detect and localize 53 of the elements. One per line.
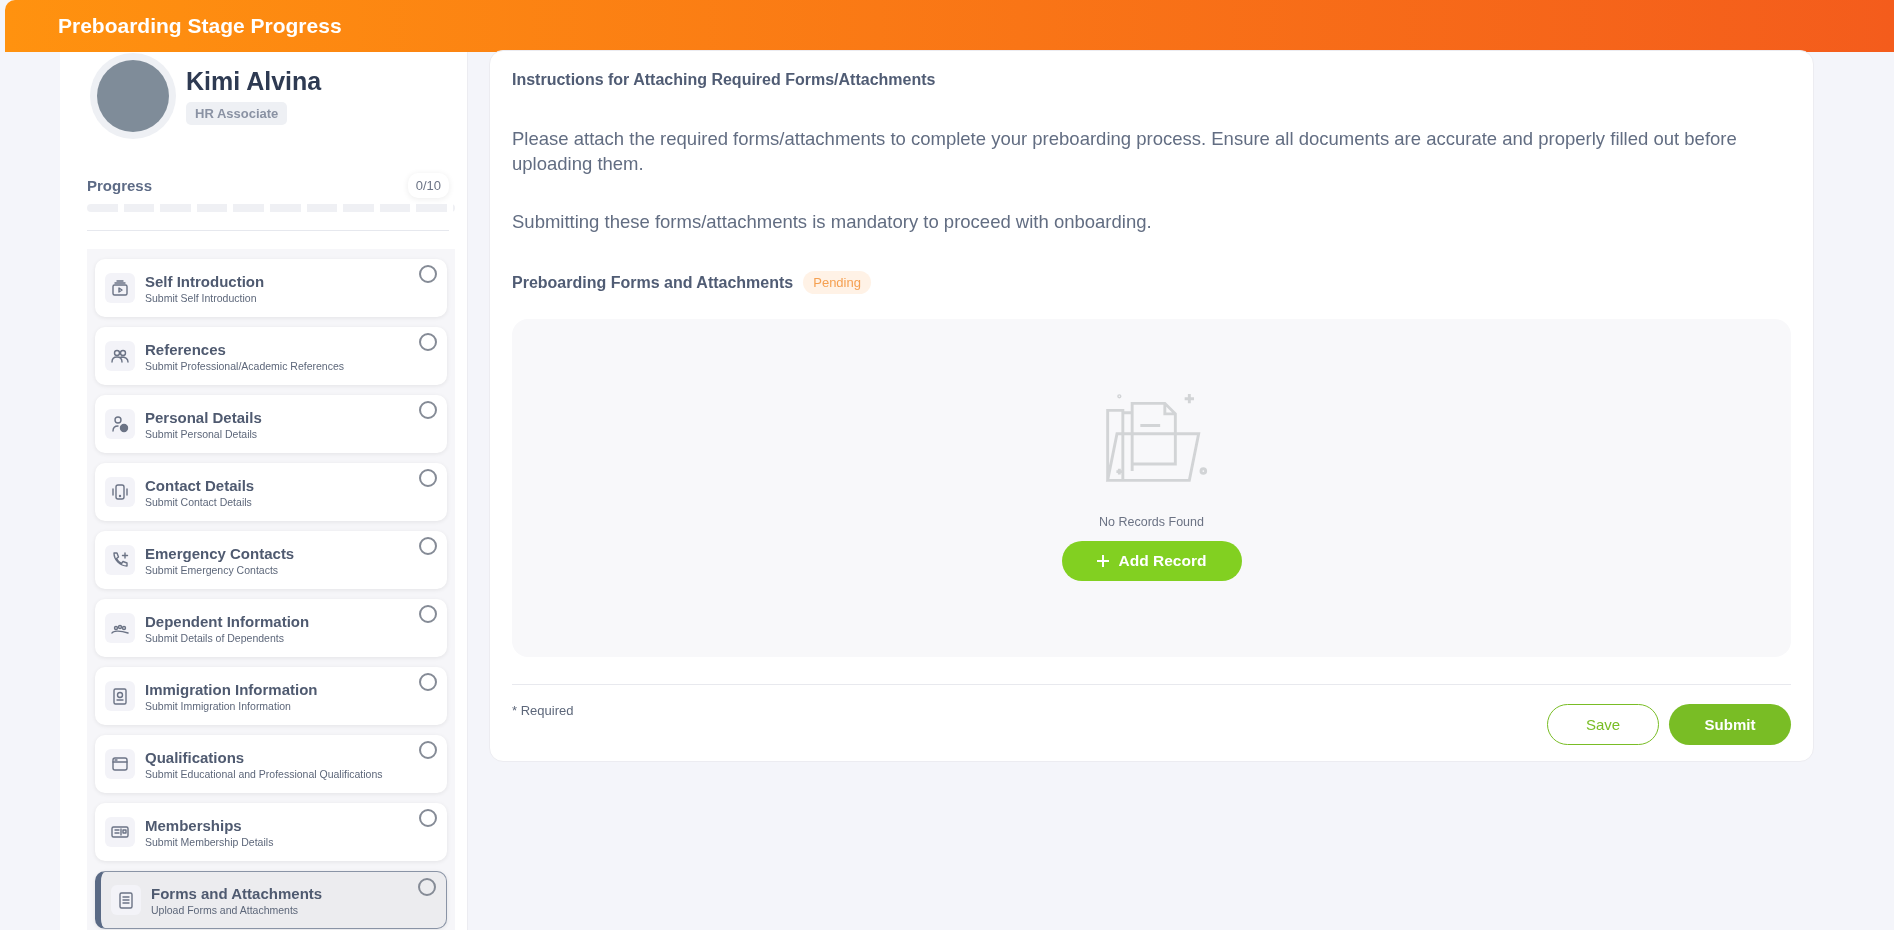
step-icon [105, 817, 135, 847]
step-item[interactable]: Immigration Information Submit Immigration Information [95, 667, 447, 725]
step-title: Forms and Attachments [151, 884, 323, 902]
step-title: Dependent Information [145, 612, 310, 630]
step-item[interactable]: Forms and Attachments Upload Forms and Attachments [95, 871, 447, 929]
progress-count: 0/10 [407, 173, 449, 198]
step-item[interactable]: Dependent Information Submit Details of Dependents [95, 599, 447, 657]
instruction-text: Please attach the required forms/attachments to complete your preboarding process. Ensure all documents are accurate and properly filled out before uploading them. [512, 127, 1738, 176]
step-subtitle: Submit Personal Details [145, 427, 259, 440]
step-title: Contact Details [145, 476, 255, 494]
step-title: Memberships [145, 816, 243, 834]
section-heading: Instructions for Attaching Required Forms/Attachments [512, 71, 937, 89]
step-item[interactable]: Self Introduction Submit Self Introduction [95, 259, 447, 317]
step-item[interactable]: Personal Details Submit Personal Details [95, 395, 447, 453]
step-icon [105, 749, 135, 779]
step-title: Emergency Contacts [145, 544, 295, 562]
instruction-text: Submitting these forms/attachments is mandatory to proceed with onboarding. [512, 210, 1153, 234]
step-subtitle: Submit Self Introduction [145, 291, 258, 304]
step-icon [111, 885, 141, 915]
step-subtitle: Submit Educational and Professional Qualifications [145, 767, 383, 780]
step-subtitle: Submit Professional/Academic References [145, 359, 344, 372]
step-subtitle: Submit Emergency Contacts [145, 563, 280, 576]
step-icon [105, 273, 135, 303]
step-item[interactable]: References Submit Professional/Academic References [95, 327, 447, 385]
progress-label: Progress [87, 177, 153, 194]
required-note: * Required [512, 703, 574, 718]
step-title: Qualifications [145, 748, 246, 766]
page-title: Preboarding Stage Progress [58, 14, 342, 38]
step-item[interactable]: Contact Details Submit Contact Details [95, 463, 447, 521]
step-item[interactable]: Emergency Contacts Submit Emergency Contacts [95, 531, 447, 589]
step-subtitle: Submit Immigration Information [145, 699, 292, 712]
step-title: Immigration Information [145, 680, 318, 698]
step-title: Personal Details [145, 408, 262, 426]
step-subtitle: Upload Forms and Attachments [151, 903, 300, 916]
step-icon [105, 613, 135, 643]
step-icon [105, 477, 135, 507]
step-subtitle: Submit Details of Dependents [145, 631, 285, 644]
step-icon [105, 409, 135, 439]
step-icon [105, 545, 135, 575]
step-icon [105, 681, 135, 711]
step-icon [105, 341, 135, 371]
status-tag: Pending [803, 271, 871, 294]
step-item[interactable]: Qualifications Submit Educational and Professional Qualifications [95, 735, 447, 793]
step-title: Self Introduction [145, 272, 265, 290]
step-item[interactable]: Memberships Submit Membership Details [95, 803, 447, 861]
step-subtitle: Submit Contact Details [145, 495, 253, 508]
step-subtitle: Submit Membership Details [145, 835, 274, 848]
step-title: References [145, 340, 227, 358]
role-tag: HR Associate [186, 101, 288, 125]
section-heading: Preboarding Forms and Attachments [512, 273, 794, 292]
plus-icon [1096, 555, 1109, 567]
empty-message: No Records Found [1099, 515, 1204, 529]
employee-name: Kimi Alvina [186, 66, 322, 96]
